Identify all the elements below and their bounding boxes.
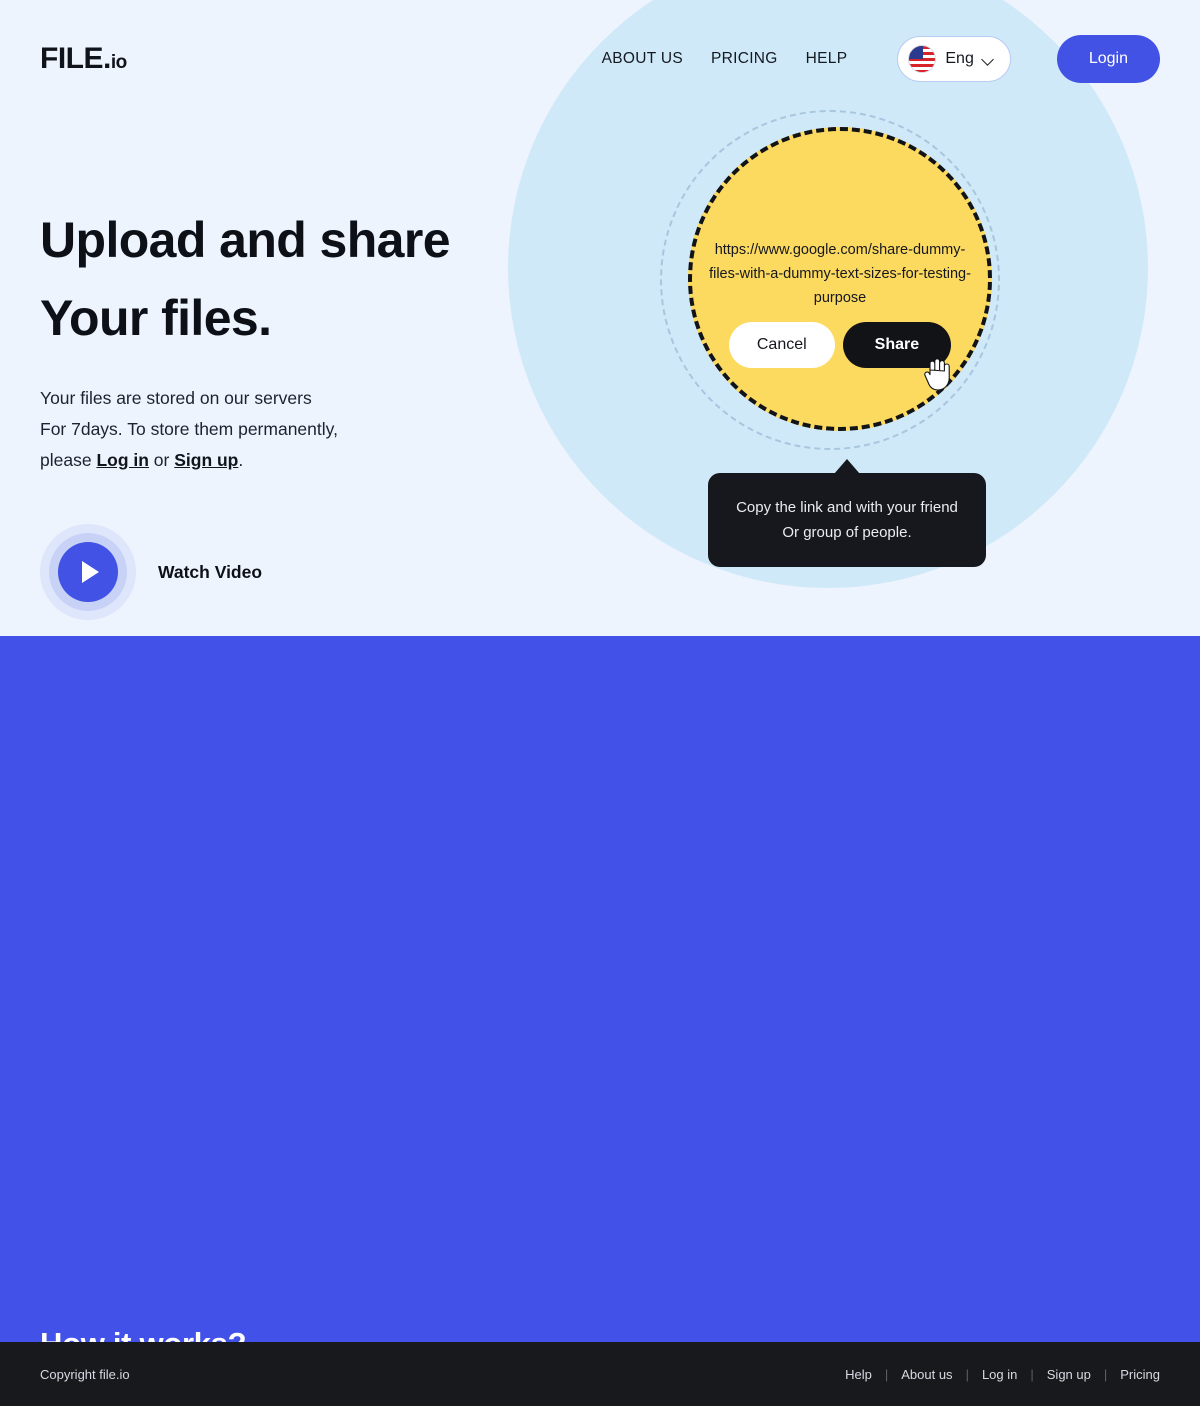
- logo-text: FILE: [40, 42, 104, 75]
- footer-link-pricing[interactable]: Pricing: [1120, 1367, 1160, 1382]
- nav-item-help[interactable]: HELP: [806, 50, 848, 68]
- logo-dot: .: [103, 42, 111, 75]
- subtext-suffix: .: [238, 450, 244, 470]
- logo[interactable]: FILE. io: [40, 44, 127, 74]
- play-icon: [81, 561, 99, 583]
- logo-suffix: io: [110, 52, 127, 73]
- subtext-between: or: [148, 450, 175, 470]
- subtext-prefix: please: [40, 450, 97, 470]
- footer-separator: |: [884, 1366, 889, 1382]
- share-widget: https://www.google.com/share-dummy-files…: [660, 110, 1020, 567]
- tooltip-line-2: Or group of people.: [782, 524, 912, 541]
- site-header: FILE. io ABOUT US PRICING HELP Eng Login: [0, 0, 1200, 118]
- footer-link-log-in[interactable]: Log in: [982, 1367, 1017, 1382]
- footer-links: Help | About us | Log in | Sign up | Pri…: [845, 1367, 1160, 1382]
- watch-video-label[interactable]: Watch Video: [158, 562, 262, 583]
- nav-item-about-us[interactable]: ABOUT US: [602, 50, 683, 68]
- headline-line-1: Upload and share: [40, 212, 451, 268]
- share-actions: Cancel Share: [708, 322, 972, 368]
- subtext-line-2: For 7days. To store them permanently,: [40, 419, 338, 439]
- copyright-text: Copyright file.io: [40, 1366, 130, 1382]
- blue-section: How it works? 1 Upload Simply select o: [0, 636, 1200, 1361]
- play-button-wrap: [40, 524, 136, 620]
- language-selector[interactable]: Eng: [897, 36, 1011, 82]
- page-title: Upload and share Your files.: [40, 202, 560, 357]
- play-button[interactable]: [58, 542, 118, 602]
- tooltip-line-1: Copy the link and with your friend: [736, 499, 958, 516]
- language-label: Eng: [945, 50, 974, 67]
- us-flag-icon: [908, 45, 937, 73]
- signup-link[interactable]: Sign up: [174, 450, 238, 470]
- login-link[interactable]: Log in: [96, 450, 148, 470]
- subtext-line-1: Your files are stored on our servers: [40, 388, 312, 408]
- footer-separator: |: [1103, 1366, 1108, 1382]
- headline-line-2: Your files.: [40, 289, 272, 346]
- share-button[interactable]: Share: [842, 322, 952, 368]
- hero-section: FILE. io ABOUT US PRICING HELP Eng Login …: [0, 0, 1200, 636]
- footer-link-sign-up[interactable]: Sign up: [1047, 1367, 1091, 1382]
- share-url-text: https://www.google.com/share-dummy-files…: [709, 242, 971, 306]
- main-nav: ABOUT US PRICING HELP Eng Login: [602, 35, 1160, 83]
- page-root: FILE. io ABOUT US PRICING HELP Eng Login …: [0, 0, 1200, 1406]
- footer-separator: |: [965, 1366, 969, 1382]
- hero-subtext: Your files are stored on our servers For…: [40, 383, 560, 476]
- login-button[interactable]: Login: [1056, 35, 1160, 83]
- nav-item-pricing[interactable]: PRICING: [711, 50, 778, 68]
- cancel-button[interactable]: Cancel: [728, 322, 835, 368]
- watch-video-row: Watch Video: [40, 524, 560, 620]
- footer-link-about-us[interactable]: About us: [901, 1367, 952, 1382]
- hero-content: Upload and share Your files. Your files …: [40, 202, 560, 620]
- share-tooltip: Copy the link and with your friend Or gr…: [708, 459, 986, 567]
- chevron-down-icon: [983, 54, 994, 65]
- site-footer: Copyright file.io Help | About us | Log …: [0, 1342, 1200, 1406]
- footer-separator: |: [1030, 1366, 1034, 1382]
- footer-link-help[interactable]: Help: [845, 1367, 872, 1382]
